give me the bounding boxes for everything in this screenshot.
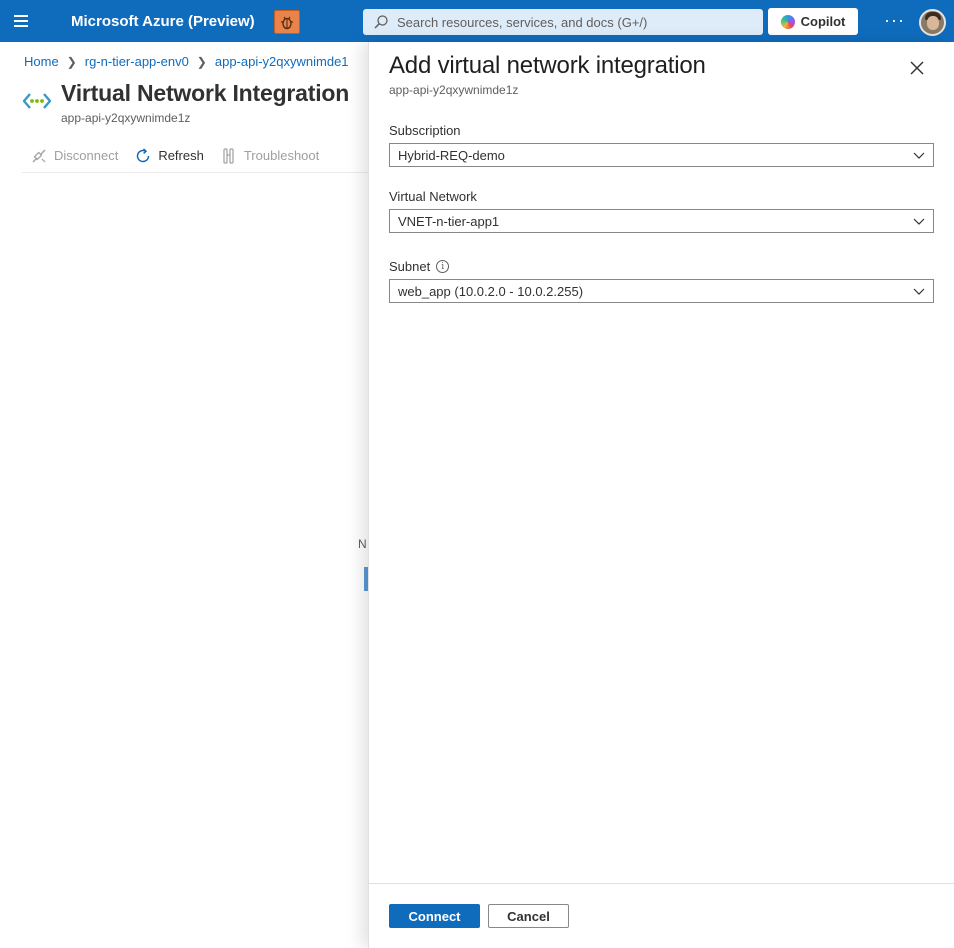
cancel-button[interactable]: Cancel xyxy=(488,904,569,928)
disconnect-label: Disconnect xyxy=(54,148,119,163)
subnet-value: web_app (10.0.2.0 - 10.0.2.255) xyxy=(398,283,584,299)
copilot-label: Copilot xyxy=(800,14,846,29)
search-icon xyxy=(374,15,388,29)
connect-button[interactable]: Connect xyxy=(389,904,480,928)
disconnect-button[interactable]: Disconnect xyxy=(22,145,118,167)
pane-title: Add virtual network integration xyxy=(389,52,706,79)
breadcrumb-resource-group[interactable]: rg-n-tier-app-env0 xyxy=(85,54,189,69)
breadcrumb-app[interactable]: app-api-y2qxywnimde1 xyxy=(215,54,349,69)
refresh-button[interactable]: Refresh xyxy=(134,145,204,167)
add-vnet-integration-pane: Add virtual network integration app-api-… xyxy=(368,42,954,948)
chevron-down-icon xyxy=(913,152,925,159)
disconnect-icon xyxy=(32,149,46,162)
user-avatar[interactable] xyxy=(919,9,946,36)
breadcrumb: Home ❯ rg-n-tier-app-env0 ❯ app-api-y2qx… xyxy=(24,54,349,69)
troubleshoot-icon xyxy=(223,147,234,164)
refresh-label: Refresh xyxy=(158,148,204,163)
troubleshoot-button[interactable]: Troubleshoot xyxy=(220,145,319,167)
global-search-input[interactable]: Search resources, services, and docs (G+… xyxy=(363,9,763,35)
copilot-button[interactable]: Copilot xyxy=(768,8,858,35)
background-page: Home ❯ rg-n-tier-app-env0 ❯ app-api-y2qx… xyxy=(0,42,368,948)
more-options-icon[interactable]: ··· xyxy=(884,10,905,31)
subscription-label: Subscription xyxy=(389,123,461,138)
refresh-icon xyxy=(137,147,150,162)
chevron-down-icon xyxy=(913,288,925,295)
footer-divider xyxy=(369,883,954,884)
subnet-label: Subnet xyxy=(389,259,431,274)
close-icon[interactable] xyxy=(905,56,929,80)
page-subtitle: app-api-y2qxywnimde1z xyxy=(61,111,191,125)
page-title: Virtual Network Integration xyxy=(61,80,350,106)
subnet-label-row: Subnet i xyxy=(389,259,450,274)
brand-title[interactable]: Microsoft Azure (Preview) xyxy=(71,13,255,30)
command-bar: Disconnect Refresh Troubleshoot xyxy=(22,145,368,173)
copilot-icon xyxy=(780,14,795,29)
top-navigation-bar: Microsoft Azure (Preview) Search resourc… xyxy=(0,0,954,42)
breadcrumb-home[interactable]: Home xyxy=(24,54,59,69)
chevron-right-icon: ❯ xyxy=(196,54,207,69)
info-icon[interactable]: i xyxy=(436,260,450,273)
virtual-network-label: Virtual Network xyxy=(389,189,477,204)
subscription-value: Hybrid-REQ-demo xyxy=(398,147,505,163)
virtual-network-value: VNET-n-tier-app1 xyxy=(398,213,500,229)
virtual-network-dropdown[interactable]: VNET-n-tier-app1 xyxy=(389,209,934,233)
search-placeholder: Search resources, services, and docs (G+… xyxy=(397,14,648,30)
pane-subtitle: app-api-y2qxywnimde1z xyxy=(389,83,519,97)
portal-menu-icon[interactable] xyxy=(14,12,42,32)
chevron-right-icon: ❯ xyxy=(66,54,77,69)
virtual-network-icon xyxy=(22,93,52,109)
troubleshoot-label: Troubleshoot xyxy=(243,148,320,163)
subnet-dropdown[interactable]: web_app (10.0.2.0 - 10.0.2.255) xyxy=(389,279,934,303)
chevron-down-icon xyxy=(913,218,925,225)
bug-report-icon[interactable] xyxy=(274,10,300,34)
background-fragment-text: N xyxy=(358,537,367,551)
subscription-dropdown[interactable]: Hybrid-REQ-demo xyxy=(389,143,934,167)
